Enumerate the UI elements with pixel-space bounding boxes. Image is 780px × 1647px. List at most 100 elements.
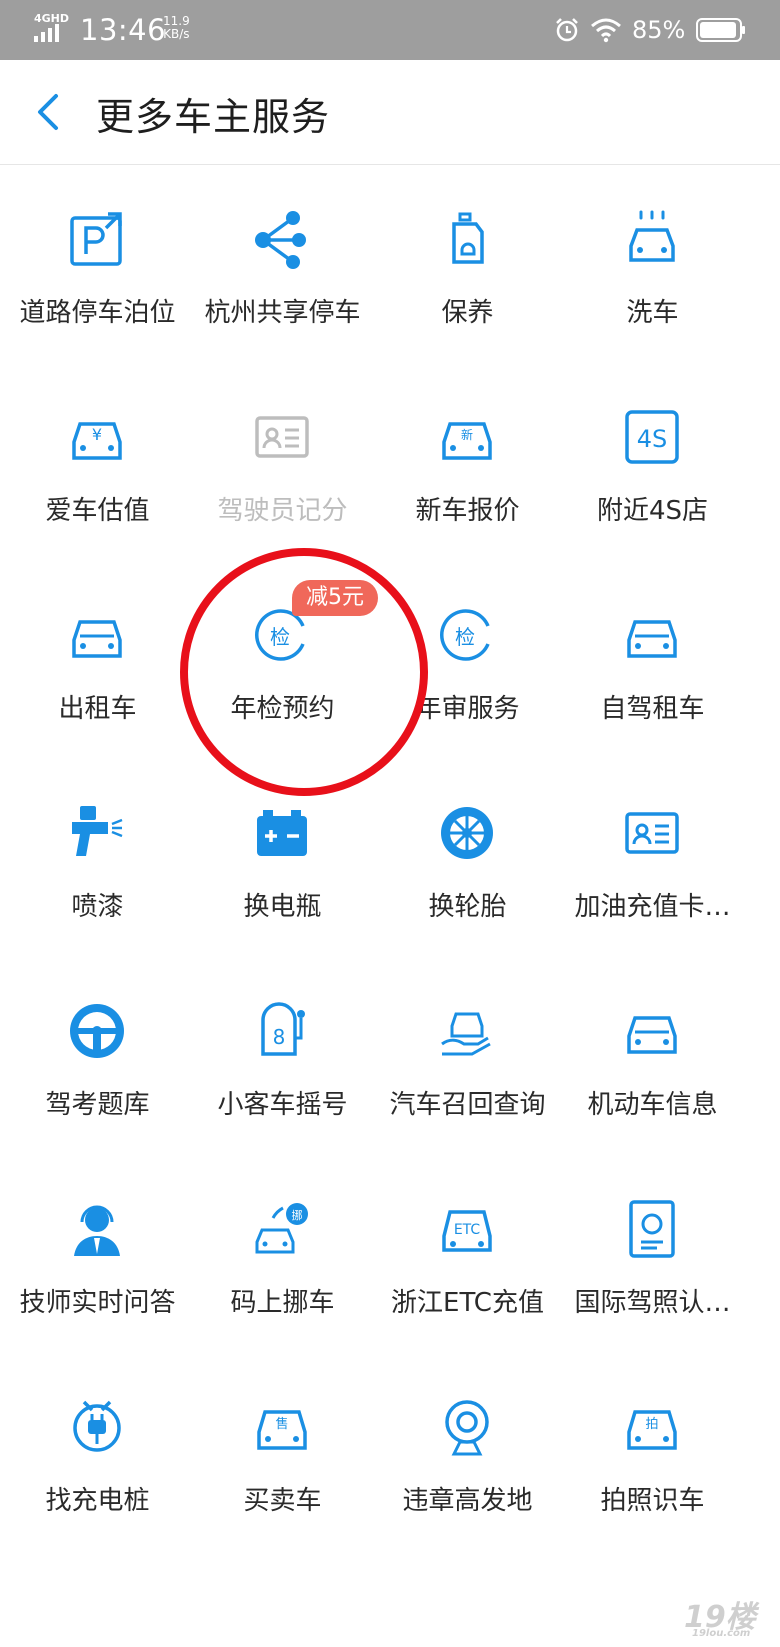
svg-text:检: 检 (455, 625, 475, 649)
service-label: 国际驾照认… (574, 1288, 731, 1318)
service-recall-query[interactable]: 汽车召回查询 (370, 956, 565, 1164)
camera-icon (434, 1394, 500, 1460)
service-driving-test[interactable]: 驾考题库 (0, 956, 195, 1164)
oil-bottle-icon (434, 206, 500, 272)
driver-card-icon (249, 404, 315, 470)
svg-text:4S: 4S (637, 425, 668, 453)
svg-text:售: 售 (275, 1416, 288, 1432)
service-new-car-price[interactable]: 新新车报价 (370, 362, 565, 570)
service-technician-qa[interactable]: 技师实时问答 (0, 1154, 195, 1362)
service-label: 杭州共享停车 (204, 298, 361, 328)
svg-text:检: 检 (270, 625, 290, 649)
etc-icon: ETC (434, 1196, 500, 1262)
photo-car-icon: 拍 (619, 1394, 685, 1460)
service-self-drive-rental[interactable]: 自驾租车 (555, 560, 750, 768)
service-car-valuation[interactable]: ¥ 爱车估值 (0, 362, 195, 570)
service-move-car[interactable]: 挪码上挪车 (185, 1154, 380, 1362)
lottery-icon: 8 (249, 998, 315, 1064)
service-label: 喷漆 (71, 892, 124, 922)
service-battery-replace[interactable]: 换电瓶 (185, 758, 380, 966)
service-etc-recharge[interactable]: ETC 浙江ETC充值 (370, 1154, 565, 1362)
car-valuation-icon: ¥ (64, 404, 130, 470)
service-vehicle-info[interactable]: 机动车信息 (555, 956, 750, 1164)
service-label: 机动车信息 (587, 1090, 718, 1120)
service-label: 出租车 (58, 694, 137, 724)
svg-text:¥: ¥ (92, 425, 102, 444)
battery-icon (249, 800, 315, 866)
chevron-left-icon (38, 94, 58, 130)
service-label: 浙江ETC充值 (391, 1288, 544, 1318)
service-label: 年检预约 (230, 694, 335, 724)
service-find-charger[interactable]: 找充电桩 (0, 1352, 195, 1560)
service-label: 违章高发地 (402, 1486, 533, 1516)
tire-icon (434, 800, 500, 866)
fuel-card-icon (619, 800, 685, 866)
service-fuel-card[interactable]: 加油充值卡… (555, 758, 750, 966)
status-bar: 4GHD 13:46 11.9 KB/s 85% (0, 0, 780, 60)
wifi-icon (591, 18, 621, 43)
new-car-icon: 新 (434, 404, 500, 470)
network-speed: 11.9 KB/s (163, 14, 190, 41)
service-buy-sell-car[interactable]: 售买卖车 (185, 1352, 380, 1560)
service-plate-lottery[interactable]: 8 小客车摇号 (185, 956, 380, 1164)
service-violation-hotspots[interactable]: 违章高发地 (370, 1352, 565, 1560)
taxi-icon (64, 602, 130, 668)
service-label: 道路停车泊位 (19, 298, 176, 328)
service-nearby-4s[interactable]: 4S 附近4S店 (555, 362, 750, 570)
steering-wheel-icon (64, 998, 130, 1064)
share-icon (249, 206, 315, 272)
service-label: 新车报价 (415, 496, 520, 526)
4s-store-icon: 4S (619, 404, 685, 470)
service-road-parking[interactable]: 道路停车泊位 (0, 164, 195, 372)
service-label: 驾驶员记分 (217, 496, 348, 526)
service-label: 技师实时问答 (19, 1288, 176, 1318)
svg-text:新: 新 (461, 427, 473, 442)
svg-text:拍: 拍 (645, 1417, 658, 1432)
service-label: 找充电桩 (45, 1486, 150, 1516)
inspection-icon: 检 (434, 602, 500, 668)
battery-level-icon (696, 18, 745, 42)
service-label: 拍照识车 (600, 1486, 705, 1516)
service-label: 买卖车 (243, 1486, 322, 1516)
service-annual-review[interactable]: 检年审服务 (370, 560, 565, 768)
discount-badge: 减5元 (292, 580, 378, 616)
vehicle-info-icon (619, 998, 685, 1064)
alarm-icon (556, 18, 578, 42)
svg-text:ETC: ETC (454, 1222, 481, 1238)
watermark: 19楼 19lou.com (684, 1600, 756, 1639)
car-wash-icon (619, 206, 685, 272)
page-title: 更多车主服务 (96, 95, 331, 139)
service-taxi[interactable]: 出租车 (0, 560, 195, 768)
service-label: 爱车估值 (45, 496, 150, 526)
spray-gun-icon (64, 800, 130, 866)
service-label: 换电瓶 (243, 892, 322, 922)
service-label: 自驾租车 (600, 694, 705, 724)
svg-text:挪: 挪 (292, 1208, 303, 1222)
svg-text:8: 8 (273, 1025, 286, 1049)
service-tire-replace[interactable]: 换轮胎 (370, 758, 565, 966)
service-label: 汽车召回查询 (389, 1090, 546, 1120)
service-intl-license[interactable]: 国际驾照认… (555, 1154, 750, 1362)
service-label: 洗车 (626, 298, 679, 328)
recall-icon (434, 998, 500, 1064)
service-share-parking[interactable]: 杭州共享停车 (185, 164, 380, 372)
service-label: 加油充值卡… (574, 892, 731, 922)
signal-icon (34, 24, 59, 42)
service-photo-identify[interactable]: 拍拍照识车 (555, 1352, 750, 1560)
service-paint[interactable]: 喷漆 (0, 758, 195, 966)
technician-icon (64, 1196, 130, 1262)
service-label: 年审服务 (415, 694, 520, 724)
service-label: 码上挪车 (230, 1288, 335, 1318)
service-driver-points: 驾驶员记分 (185, 362, 380, 570)
service-label: 换轮胎 (428, 892, 507, 922)
service-label: 驾考题库 (45, 1090, 150, 1120)
service-car-wash[interactable]: 洗车 (555, 164, 750, 372)
service-label: 保养 (441, 298, 494, 328)
battery-percent: 85% (632, 16, 686, 44)
move-car-icon: 挪 (249, 1196, 315, 1262)
charging-plug-icon (64, 1394, 130, 1460)
intl-license-icon (619, 1196, 685, 1262)
service-maintenance[interactable]: 保养 (370, 164, 565, 372)
back-button[interactable] (30, 90, 70, 134)
header: 更多车主服务 (0, 60, 780, 165)
